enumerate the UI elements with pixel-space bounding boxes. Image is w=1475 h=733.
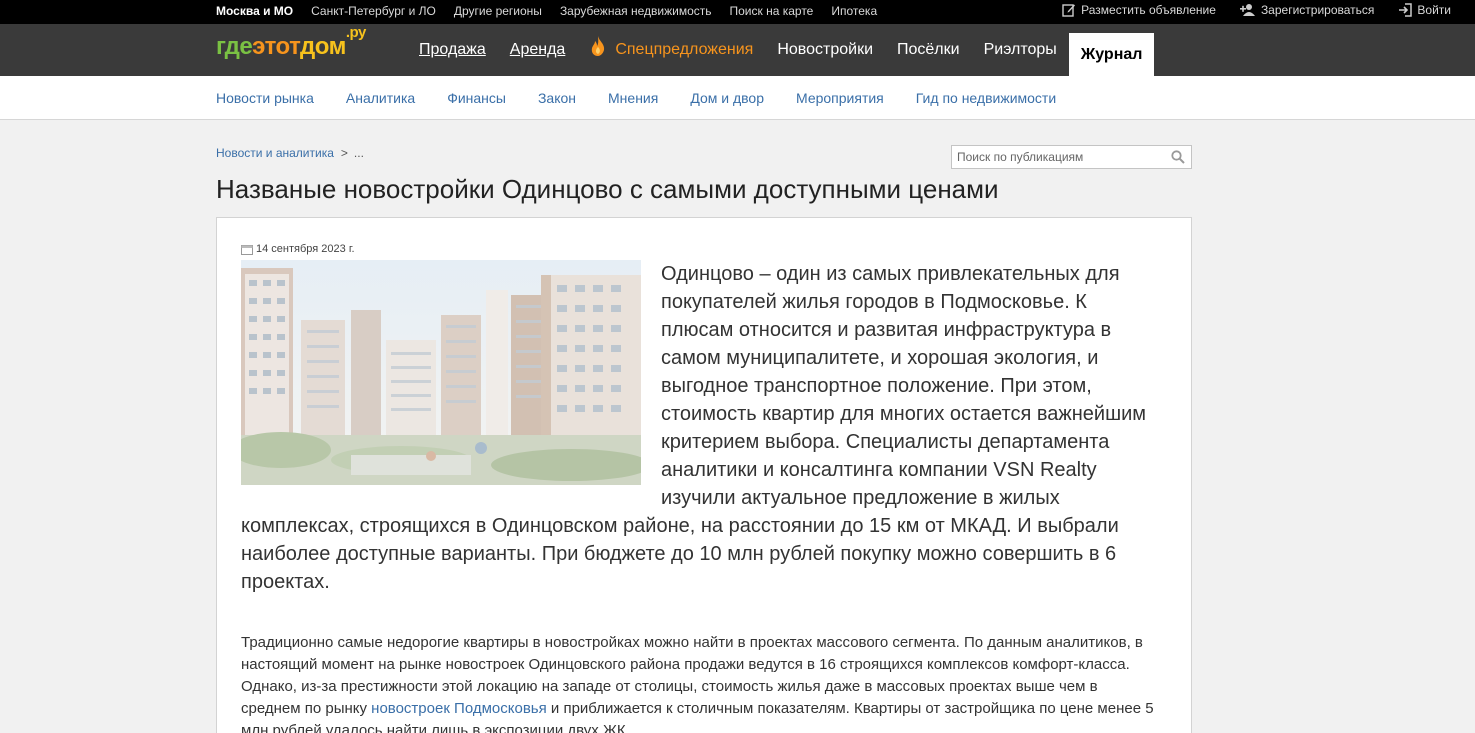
publication-search [951, 145, 1192, 169]
article-card: 14 сентября 2023 г. Одинцово – один из с… [216, 217, 1192, 733]
new-buildings-moscow-region-link[interactable]: новостроек Подмосковья [371, 700, 547, 717]
sub-nav: Новости рынка Аналитика Финансы Закон Мн… [0, 76, 1475, 120]
top-bar: Москва и МО Санкт-Петербург и ЛО Другие … [0, 0, 1475, 24]
breadcrumb-ellipsis: ... [353, 146, 364, 160]
calendar-icon [241, 244, 253, 255]
nav-rent[interactable]: Аренда [498, 24, 578, 76]
region-list: Москва и МО Санкт-Петербург и ЛО Другие … [216, 4, 877, 18]
article-content: Одинцово – один из самых привлекательных… [241, 260, 1161, 733]
region-spb[interactable]: Санкт-Петербург и ЛО [311, 4, 436, 18]
article-date: 14 сентября 2023 г. [241, 243, 355, 255]
search-icon[interactable] [1171, 150, 1185, 164]
post-ad-label: Разместить объявление [1081, 3, 1216, 17]
login-button[interactable]: Войти [1398, 3, 1451, 17]
breadcrumb: Новости и аналитика >... [216, 146, 364, 160]
article-body: Традиционно самые недорогие квартиры в н… [241, 632, 1161, 733]
nav-journal[interactable]: Журнал [1068, 33, 1155, 76]
subnav-market-news[interactable]: Новости рынка [216, 90, 314, 106]
nav-rent-label: Аренда [509, 41, 566, 58]
subnav-events[interactable]: Мероприятия [796, 90, 884, 106]
post-ad-button[interactable]: Разместить объявление [1062, 3, 1216, 17]
logo-part-3: дом [300, 33, 346, 60]
region-abroad[interactable]: Зарубежная недвижимость [560, 4, 712, 18]
logo-part-2: этот [252, 33, 301, 60]
register-label: Зарегистрироваться [1260, 3, 1375, 17]
nav-special-offers[interactable]: Спецпредложения [577, 24, 765, 76]
mortgage-link[interactable]: Ипотека [831, 4, 877, 18]
user-links: Разместить объявление Зарегистрироваться… [1062, 3, 1451, 17]
site-logo[interactable]: гдеэтотдом.ру [216, 24, 366, 61]
add-user-icon [1239, 4, 1255, 16]
nav-items: Продажа Аренда Спецпредложения Новострой… [407, 24, 1155, 76]
register-button[interactable]: Зарегистрироваться [1239, 3, 1375, 17]
logo-part-1: где [216, 33, 253, 60]
region-moscow[interactable]: Москва и МО [216, 4, 293, 18]
fire-icon [592, 36, 605, 56]
nav-new-buildings-label: Новостройки [777, 41, 873, 58]
nav-journal-label: Журнал [1080, 45, 1143, 63]
nav-special-offers-label: Спецпредложения [615, 41, 754, 58]
nav-new-buildings[interactable]: Новостройки [765, 24, 885, 76]
nav-sale[interactable]: Продажа [407, 24, 498, 76]
subnav-law[interactable]: Закон [538, 90, 576, 106]
nav-realtors[interactable]: Риэлторы [972, 24, 1069, 76]
region-other[interactable]: Другие регионы [454, 4, 542, 18]
subnav-opinions[interactable]: Мнения [608, 90, 658, 106]
subnav-analytics[interactable]: Аналитика [346, 90, 415, 106]
page-title: Названые новостройки Одинцово с самыми д… [216, 174, 999, 204]
nav-realtors-label: Риэлторы [983, 41, 1057, 58]
main-nav: гдеэтотдом.ру Продажа Аренда Спецпредлож… [0, 24, 1475, 76]
search-input[interactable] [952, 146, 1167, 168]
map-search-link[interactable]: Поиск на карте [730, 4, 814, 18]
nav-villages[interactable]: Посёлки [885, 24, 972, 76]
article-photo [241, 260, 641, 485]
logo-tld: .ру [345, 24, 366, 41]
subnav-finance[interactable]: Финансы [447, 90, 506, 106]
breadcrumb-separator: > [340, 146, 348, 160]
edit-icon [1062, 4, 1076, 17]
nav-sale-label: Продажа [419, 41, 486, 58]
login-icon [1399, 3, 1413, 17]
subnav-home-yard[interactable]: Дом и двор [690, 90, 764, 106]
breadcrumb-news[interactable]: Новости и аналитика [216, 146, 334, 160]
article-date-text: 14 сентября 2023 г. [256, 243, 355, 255]
login-label: Войти [1417, 3, 1451, 17]
nav-villages-label: Посёлки [897, 41, 960, 58]
subnav-guide[interactable]: Гид по недвижимости [916, 90, 1056, 106]
sub-nav-items: Новости рынка Аналитика Финансы Закон Мн… [216, 90, 1056, 106]
